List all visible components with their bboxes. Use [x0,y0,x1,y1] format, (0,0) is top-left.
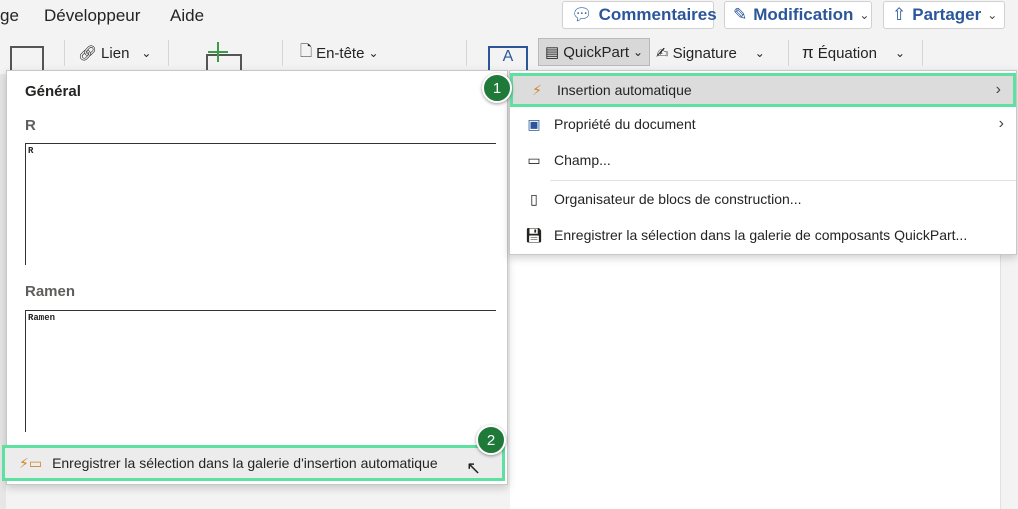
comment-icon: 💬︎ [571,5,593,24]
header-button[interactable]: 🗋︎ En-tête ⌄ [300,42,379,64]
editing-mode-button[interactable]: ✎ Modification ⌄ [724,1,872,29]
building-blocks-icon: ▯ [530,190,538,207]
chevron-down-icon: ⌄ [141,46,152,60]
chevron-down-icon: ⌄ [859,8,870,22]
menu-item-autotext[interactable]: ⚡︎ Insertion automatique › [510,73,1016,107]
link-button[interactable]: 🔗︎ Lien ⌄ [78,42,151,64]
chevron-down-icon: ⌄ [368,46,379,60]
chevron-right-icon: › [998,115,1004,132]
ribbon-separator [64,40,65,66]
ribbon-separator [788,40,789,66]
autotext-icon: ⚡︎▭ [19,454,43,471]
gallery-entry-name: Ramen [25,283,76,300]
gallery-entry-preview[interactable]: R [25,143,496,265]
comment-add-icon[interactable] [206,40,242,70]
gallery-heading: Général [25,83,81,100]
comments-button[interactable]: 💬︎ Commentaires [562,1,717,29]
field-icon: ▭ [527,151,541,168]
share-icon: ⇧ [892,5,907,24]
save-icon: 💾︎ [525,226,543,243]
quickpart-icon: ▤ [545,44,560,61]
chevron-down-icon: ⌄ [754,46,765,60]
ribbon-separator [466,40,467,66]
menu-item-document-property[interactable]: ▣ Propriété du document › [510,107,1016,141]
ribbon-separator [168,40,169,66]
signature-icon: ✍︎ [656,45,669,62]
pencil-icon: ✎ [733,5,748,24]
menu-item-building-blocks-organizer[interactable]: ▯ Organisateur de blocs de construction.… [510,182,1016,216]
save-to-autotext-gallery-button[interactable]: ⚡︎▭ Enregistrer la sélection dans la gal… [2,445,505,481]
step-badge: 1 [482,73,512,103]
share-button[interactable]: ⇧ Partager ⌄ [883,1,1005,29]
tab-partial[interactable]: ge [0,6,19,26]
step-badge: 2 [476,425,506,455]
mouse-cursor-icon: ↖ [466,458,482,478]
menu-item-field[interactable]: ▭ Champ... [510,143,1016,177]
gallery-entry-preview[interactable]: Ramen [25,310,496,432]
document-property-icon: ▣ [527,115,541,132]
media-icon[interactable] [10,46,44,70]
gallery-entry-name: R [25,117,36,134]
tab-developpeur[interactable]: Développeur [44,6,140,26]
quickpart-button[interactable]: ▤ QuickPart ⌄ [538,38,650,66]
menu-item-save-to-quickpart-gallery[interactable]: 💾︎ Enregistrer la sélection dans la gale… [510,218,1016,252]
pi-icon: π [802,43,814,62]
equation-button[interactable]: π Équation ⌄ [802,42,905,64]
page-header-icon: 🗋︎ [300,42,313,60]
chevron-down-icon: ⌄ [894,46,906,60]
menu-separator [550,180,1016,181]
textbox-icon[interactable]: A [488,46,528,72]
link-icon: 🔗︎ [78,45,98,62]
chevron-right-icon: › [995,81,1001,98]
autotext-gallery: Général R R Ramen Ramen [6,70,508,485]
quickpart-menu: ⚡︎ Insertion automatique › ▣ Propriété d… [509,70,1017,255]
chevron-down-icon: ⌄ [987,8,998,22]
chevron-down-icon: ⌄ [633,45,644,59]
ribbon-separator [922,40,923,66]
tab-aide[interactable]: Aide [170,6,204,26]
signature-button[interactable]: ✍︎ Signature ⌄ [656,42,765,64]
autotext-icon: ⚡︎ [532,81,542,98]
ribbon-separator [282,40,283,66]
